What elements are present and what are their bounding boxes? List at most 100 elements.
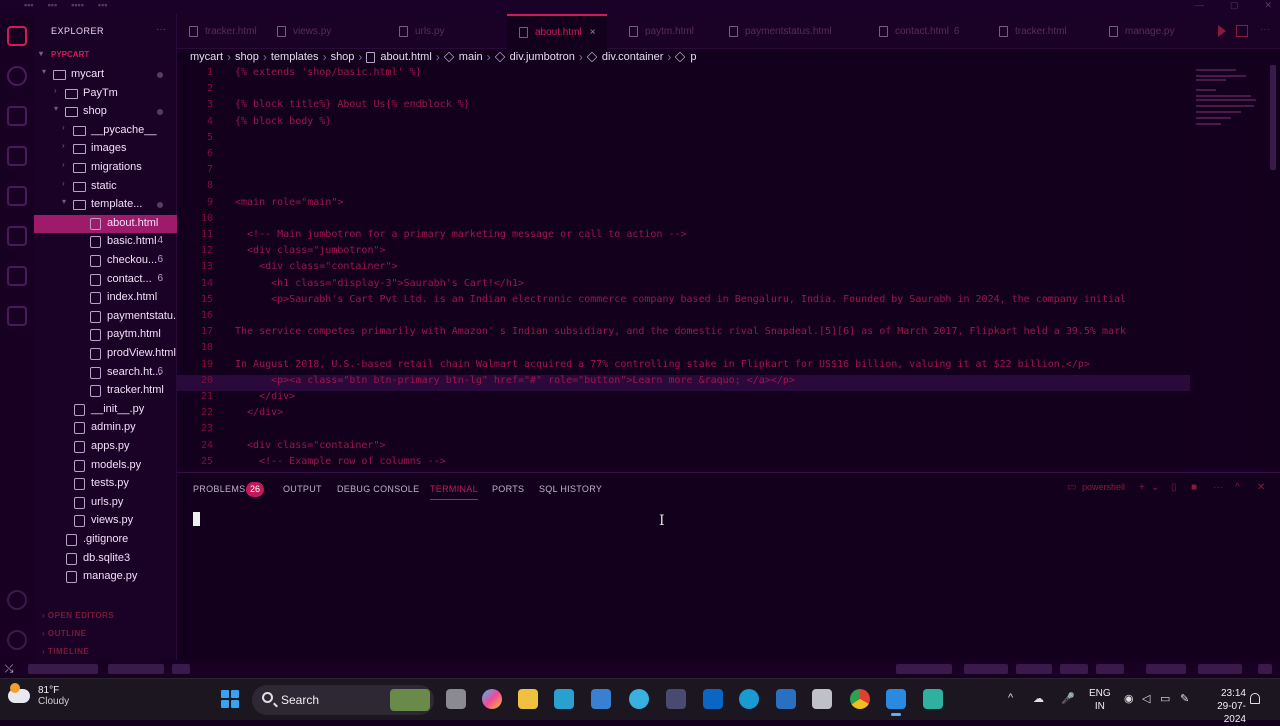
code-line[interactable]: 7 <box>177 164 1190 180</box>
code-line[interactable]: 19 In August 2018, U.S.-based retail chai… <box>177 359 1190 375</box>
close-tab-icon[interactable]: × <box>590 27 596 38</box>
maximize-panel-icon[interactable]: ^ <box>1235 482 1240 493</box>
tree-file[interactable]: __init__.py <box>34 401 177 419</box>
status-item[interactable] <box>1096 664 1124 674</box>
menu-item[interactable]: ▪▪▪▪ <box>71 0 84 10</box>
code-line[interactable]: 24 <div class="container"> <box>177 440 1190 456</box>
tree-folder[interactable]: ▾ shop <box>34 103 177 121</box>
notification-bell-icon[interactable] <box>1250 693 1260 704</box>
scrollbar-thumb[interactable] <box>1270 65 1276 170</box>
status-item[interactable] <box>896 664 952 674</box>
taskbar-search-box[interactable]: Search <box>252 685 434 715</box>
chevron-up-icon[interactable]: ^ <box>1008 692 1013 704</box>
close-panel-icon[interactable]: ✕ <box>1257 482 1265 493</box>
more-actions-icon[interactable]: ··· <box>156 24 166 35</box>
breadcrumb-item[interactable]: mycart <box>190 51 223 63</box>
code-line[interactable]: 17 The service competes primarily with Am… <box>177 326 1190 342</box>
menu-item[interactable]: ▪▪▪ <box>98 0 108 10</box>
tree-file[interactable]: apps.py <box>34 438 177 456</box>
editor-tab[interactable]: tracker.html <box>177 14 257 49</box>
editor-tab[interactable]: paymentstatus.html <box>717 14 857 49</box>
weather-widget[interactable]: 81°F Cloudy <box>8 683 69 707</box>
notifications-icon[interactable] <box>1258 664 1272 674</box>
wifi-icon[interactable]: ◉ <box>1124 692 1134 705</box>
close-icon[interactable]: ✕ <box>1264 0 1272 11</box>
editor-tab[interactable]: about.html × <box>507 14 607 49</box>
status-item[interactable] <box>1198 664 1242 674</box>
remote-explorer-icon[interactable] <box>7 226 27 246</box>
menu-item[interactable]: ▪▪▪ <box>24 0 34 10</box>
breadcrumb-item[interactable]: p <box>690 51 696 63</box>
editor-tab[interactable]: tracker.html <box>987 14 1087 49</box>
breadcrumb-item[interactable]: templates <box>271 51 319 63</box>
tree-file[interactable]: db.sqlite3 <box>34 550 177 568</box>
tree-file[interactable]: urls.py <box>34 494 177 512</box>
workspace-root[interactable]: ▾ PYPCART <box>34 48 177 66</box>
notes-icon[interactable] <box>776 689 796 709</box>
breadcrumb-item[interactable]: shop <box>235 51 259 63</box>
run-icon[interactable] <box>1218 25 1230 37</box>
tab-terminal[interactable]: TERMINAL <box>430 484 478 500</box>
tree-folder[interactable]: › images <box>34 140 177 158</box>
tree-file[interactable]: tests.py <box>34 475 177 493</box>
breadcrumb-item[interactable]: div.jumbotron <box>510 51 575 63</box>
tree-file[interactable]: paymentstatu... <box>34 308 177 326</box>
status-item[interactable] <box>1060 664 1088 674</box>
more-actions-icon[interactable]: ··· <box>1260 24 1270 35</box>
remote-icon[interactable]: ⤯ <box>0 660 18 678</box>
source-control-icon[interactable] <box>7 106 27 126</box>
system-clock[interactable]: 23:14 29-07-2024 <box>1212 687 1246 726</box>
code-line[interactable]: 25 <!-- Example row of columns --> <box>177 456 1190 471</box>
code-line[interactable]: 1 {% extends 'shop/basic.html' %} <box>177 67 1190 83</box>
code-line[interactable]: 5 <box>177 132 1190 148</box>
tab-debug-console[interactable]: DEBUG CONSOLE <box>337 484 419 494</box>
code-line[interactable]: 23 <box>177 423 1190 439</box>
split-editor-icon[interactable] <box>1236 25 1248 37</box>
tab-problems[interactable]: PROBLEMS <box>193 484 245 494</box>
status-item[interactable] <box>108 664 164 674</box>
run-debug-icon[interactable] <box>7 146 27 166</box>
account-icon[interactable] <box>7 590 27 610</box>
breadcrumb-item[interactable]: main <box>459 51 483 63</box>
code-line[interactable]: 4 {% block body %} <box>177 116 1190 132</box>
tree-file[interactable]: contact... 6 <box>34 271 177 289</box>
code-line[interactable]: 16 <box>177 310 1190 326</box>
tree-file[interactable]: search.ht... 6 <box>34 364 177 382</box>
code-line[interactable]: 12 <div class="jumbotron"> <box>177 245 1190 261</box>
file-explorer-icon[interactable] <box>518 689 538 709</box>
code-line[interactable]: 14 <h1 class="display-3">Saurabh's Cart!… <box>177 278 1190 294</box>
open-editors-section[interactable]: › OPEN EDITORS <box>42 611 114 620</box>
tree-folder[interactable]: › __pycache__ <box>34 122 177 140</box>
tab-sql-history[interactable]: SQL HISTORY <box>539 484 602 494</box>
terminal-shell-label[interactable]: powershell <box>1082 482 1125 492</box>
search-icon[interactable] <box>7 66 27 86</box>
windows-start-icon[interactable] <box>221 690 239 708</box>
tree-file[interactable]: checkou... 6 <box>34 252 177 270</box>
status-item[interactable] <box>1016 664 1052 674</box>
code-line[interactable]: 3 {% block title%} About Us{% endblock %} <box>177 99 1190 115</box>
tab-ports[interactable]: PORTS <box>492 484 524 494</box>
status-item[interactable] <box>1146 664 1186 674</box>
minimap[interactable] <box>1190 65 1260 471</box>
code-line[interactable]: 6 <box>177 148 1190 164</box>
status-item[interactable] <box>172 664 190 674</box>
code-line[interactable]: 9 <main role="main"> <box>177 197 1190 213</box>
split-terminal-icon[interactable]: ▯ <box>1171 482 1177 493</box>
testing-icon[interactable] <box>7 266 27 286</box>
microsoft-store-icon[interactable] <box>591 689 611 709</box>
code-line[interactable]: 15 <p>Saurabh's Cart Pvt Ltd. is an Indi… <box>177 294 1190 310</box>
tree-folder[interactable]: ▾ mycart <box>34 66 177 84</box>
code-line[interactable]: 10 <box>177 213 1190 229</box>
editor-tab[interactable]: manage.py <box>1097 14 1197 49</box>
editor-tab[interactable]: contact.html 6 <box>867 14 977 49</box>
code-line[interactable]: 2 <box>177 83 1190 99</box>
code-line[interactable]: 20 <p><a class="btn btn-primary btn-lg" … <box>177 374 1190 391</box>
code-line[interactable]: 22 </div> <box>177 407 1190 423</box>
maximize-icon[interactable]: ▢ <box>1230 0 1239 11</box>
more-actions-icon[interactable]: ··· <box>1213 482 1223 493</box>
tree-file[interactable]: basic.html 4 <box>34 233 177 251</box>
tree-file[interactable]: about.html <box>34 214 177 233</box>
linkedin-icon[interactable] <box>703 689 723 709</box>
explorer-icon[interactable] <box>7 26 27 46</box>
tree-file[interactable]: prodView.html <box>34 345 177 363</box>
